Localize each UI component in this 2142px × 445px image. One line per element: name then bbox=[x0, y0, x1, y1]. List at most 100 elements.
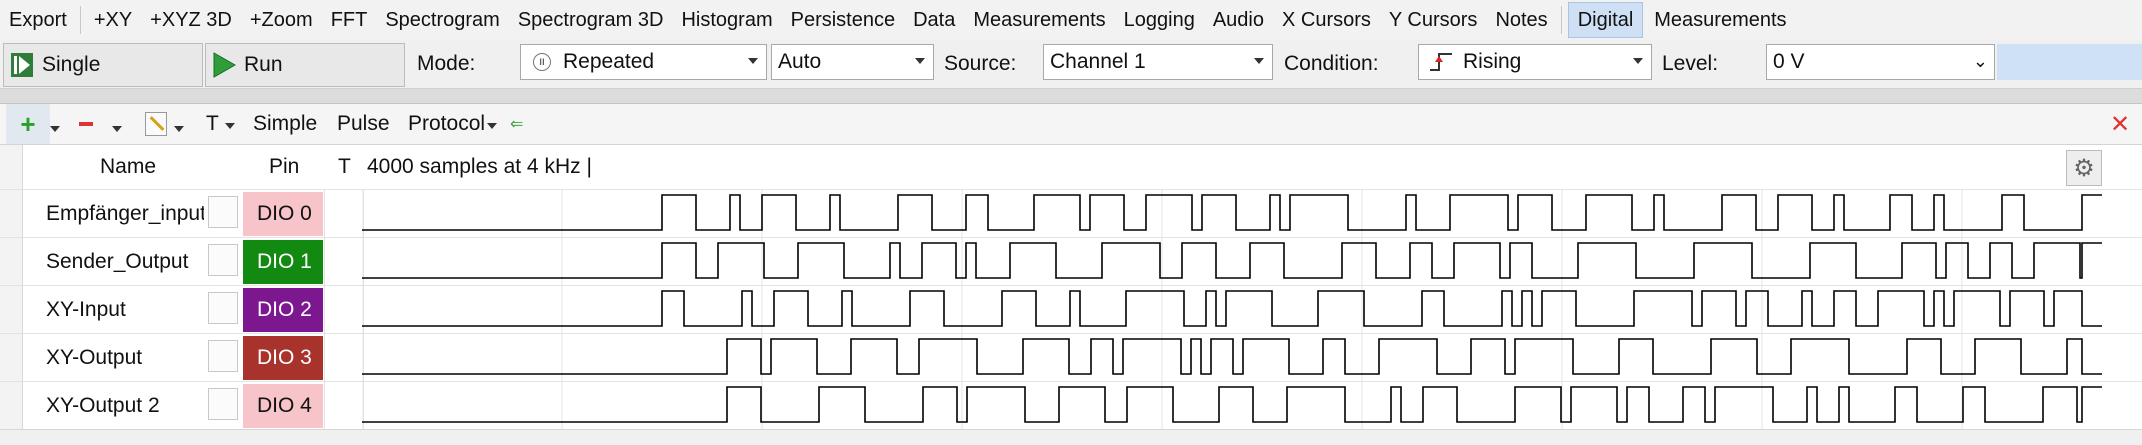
close-button[interactable]: ✕ bbox=[2110, 104, 2130, 144]
menu-audio[interactable]: Audio bbox=[1204, 1, 1273, 39]
chevron-down-icon: ⌄ bbox=[1972, 51, 1988, 71]
rising-edge-icon bbox=[1429, 50, 1453, 74]
add-dropdown-button[interactable] bbox=[50, 104, 68, 144]
channel-pin[interactable]: DIO 3 bbox=[243, 336, 323, 380]
run-label: Run bbox=[244, 53, 283, 76]
run-button[interactable]: Run bbox=[205, 43, 405, 87]
edit-icon[interactable] bbox=[208, 340, 238, 372]
level-input[interactable]: 0 V ⌄ bbox=[1766, 44, 1995, 80]
channel-name[interactable]: XY-Output 2 bbox=[46, 382, 204, 429]
channel-pin[interactable]: DIO 4 bbox=[243, 384, 323, 428]
chevron-down-icon bbox=[1254, 58, 1264, 64]
trigger-cell[interactable] bbox=[324, 334, 364, 381]
add-icon: + bbox=[20, 108, 36, 139]
chevron-down-icon bbox=[224, 123, 235, 129]
menu-add-zoom[interactable]: +Zoom bbox=[241, 1, 322, 39]
level-value: 0 V bbox=[1773, 50, 1805, 73]
edit-icon[interactable] bbox=[208, 196, 238, 228]
single-label: Single bbox=[42, 53, 101, 76]
menu-divider bbox=[1560, 6, 1562, 34]
edit-channel-button[interactable] bbox=[142, 104, 170, 144]
auto-select[interactable]: Auto bbox=[771, 44, 934, 80]
condition-label: Condition: bbox=[1284, 52, 1379, 75]
protocol-button[interactable]: Protocol bbox=[408, 104, 498, 144]
chevron-down-icon bbox=[915, 58, 925, 64]
channel-name[interactable]: Empfänger_input bbox=[46, 190, 204, 237]
menu-notes[interactable]: Notes bbox=[1486, 1, 1556, 39]
channel-name[interactable]: XY-Output bbox=[46, 334, 204, 381]
waveform-trace bbox=[362, 338, 2102, 375]
menu-x-cursors[interactable]: X Cursors bbox=[1273, 1, 1380, 39]
trigger-cell[interactable] bbox=[324, 238, 364, 285]
waveform-area[interactable] bbox=[362, 189, 2102, 433]
menu-add-xyz-3d[interactable]: +XYZ 3D bbox=[141, 1, 241, 39]
waveform-trace bbox=[362, 386, 2102, 423]
waveform-trace bbox=[362, 194, 2102, 231]
source-label: Source: bbox=[944, 52, 1017, 75]
menu-spectrogram[interactable]: Spectrogram bbox=[376, 1, 509, 39]
remove-dropdown-button[interactable] bbox=[112, 104, 130, 144]
add-channel-button[interactable]: + bbox=[6, 104, 50, 144]
mode-select[interactable]: II Repeated bbox=[520, 44, 767, 80]
close-icon: ✕ bbox=[2110, 110, 2131, 138]
edit-icon[interactable] bbox=[208, 244, 238, 276]
col-pin-header[interactable]: Pin bbox=[269, 145, 299, 189]
waveform-trace bbox=[362, 290, 2102, 327]
menu-export[interactable]: Export bbox=[0, 1, 76, 39]
menu-persistence[interactable]: Persistence bbox=[782, 1, 905, 39]
remove-icon bbox=[79, 122, 93, 126]
arrow-button[interactable]: ⇐ bbox=[510, 104, 523, 144]
col-name-header[interactable]: Name bbox=[100, 145, 156, 189]
simple-button[interactable]: Simple bbox=[253, 104, 317, 144]
menu-data[interactable]: Data bbox=[904, 1, 964, 39]
menu-spectrogram-3d[interactable]: Spectrogram 3D bbox=[509, 1, 673, 39]
horizontal-scrollbar[interactable] bbox=[0, 429, 2142, 445]
chevron-down-icon bbox=[748, 58, 758, 64]
menu-fft[interactable]: FFT bbox=[322, 1, 377, 39]
source-select[interactable]: Channel 1 bbox=[1043, 44, 1273, 80]
trigger-cell[interactable] bbox=[324, 190, 364, 237]
channel-name[interactable]: Sender_Output bbox=[46, 238, 204, 285]
arrow-icon: ⇐ bbox=[510, 116, 524, 133]
channel-pin[interactable]: DIO 1 bbox=[243, 240, 323, 284]
menu-histogram[interactable]: Histogram bbox=[672, 1, 781, 39]
trigger-cell[interactable] bbox=[324, 382, 364, 429]
chevron-down-icon bbox=[1633, 58, 1643, 64]
chevron-down-icon bbox=[50, 126, 60, 132]
menu-add-xy[interactable]: +XY bbox=[85, 1, 141, 39]
condition-select[interactable]: Rising bbox=[1418, 44, 1652, 80]
col-t-header[interactable]: T bbox=[338, 145, 351, 189]
edit-icon bbox=[145, 112, 167, 136]
edit-icon[interactable] bbox=[208, 292, 238, 324]
waveform-trace bbox=[362, 242, 2102, 279]
chevron-down-icon bbox=[174, 126, 184, 132]
menu-divider bbox=[79, 6, 81, 34]
pulse-button[interactable]: Pulse bbox=[337, 104, 390, 144]
single-button[interactable]: Single bbox=[3, 43, 203, 87]
panel-splitter[interactable] bbox=[0, 89, 2142, 104]
edit-icon[interactable] bbox=[208, 388, 238, 420]
channel-pin[interactable]: DIO 0 bbox=[243, 192, 323, 236]
menu-digital[interactable]: Digital bbox=[1567, 2, 1644, 38]
trigger-toolbar: Single Run Mode: II Repeated Auto Source… bbox=[0, 40, 2142, 89]
menu-logging[interactable]: Logging bbox=[1115, 1, 1204, 39]
level-bar bbox=[1997, 44, 2142, 80]
settings-button[interactable]: ⚙ bbox=[2066, 150, 2102, 186]
protocol-label: Protocol bbox=[408, 112, 486, 135]
mode-value: Repeated bbox=[563, 50, 655, 73]
condition-value: Rising bbox=[1463, 50, 1522, 73]
channel-pin[interactable]: DIO 2 bbox=[243, 288, 323, 332]
text-tool-button[interactable]: T bbox=[206, 104, 235, 144]
channel-name[interactable]: XY-Input bbox=[46, 286, 204, 333]
remove-channel-button[interactable] bbox=[74, 104, 98, 144]
menu-y-cursors[interactable]: Y Cursors bbox=[1380, 1, 1487, 39]
mode-label: Mode: bbox=[417, 52, 476, 75]
menu-measurements[interactable]: Measurements bbox=[964, 1, 1114, 39]
auto-value: Auto bbox=[778, 50, 822, 73]
trigger-cell[interactable] bbox=[324, 286, 364, 333]
menu-digital-measurements[interactable]: Measurements bbox=[1645, 1, 1795, 39]
level-label: Level: bbox=[1662, 52, 1719, 75]
edit-dropdown-button[interactable] bbox=[174, 104, 192, 144]
source-value: Channel 1 bbox=[1050, 50, 1146, 73]
chevron-down-icon bbox=[112, 126, 122, 132]
